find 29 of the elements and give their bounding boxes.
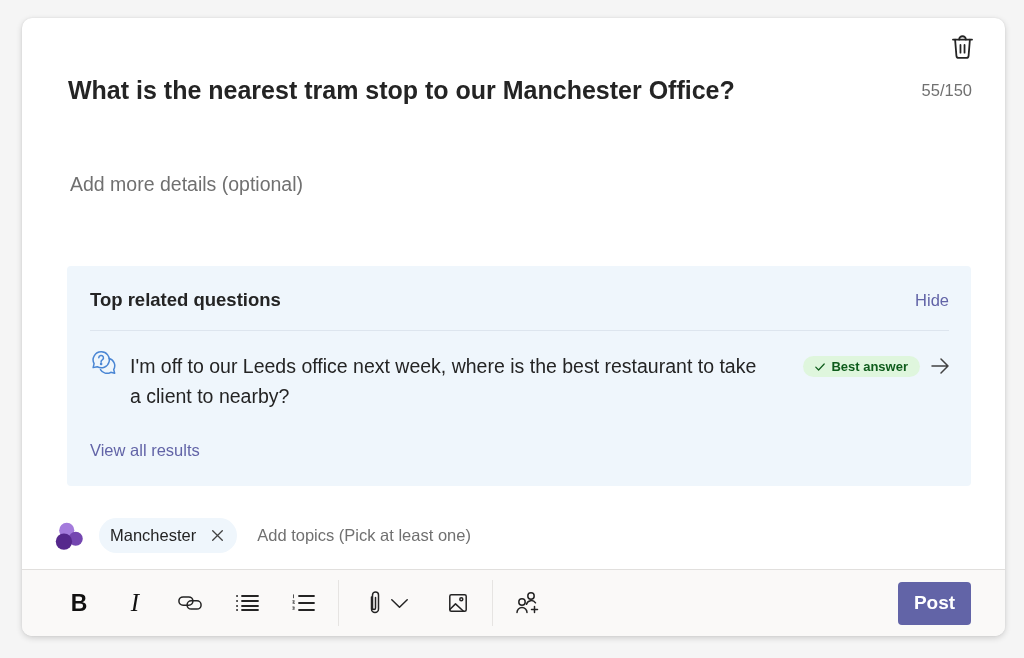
paperclip-icon: [369, 591, 381, 615]
delete-button[interactable]: [952, 35, 973, 59]
bold-button[interactable]: B: [63, 587, 95, 619]
character-count: 55/150: [921, 80, 972, 100]
remove-topic-button[interactable]: [212, 530, 224, 541]
topic-label: Manchester: [110, 526, 197, 545]
panel-heading: Top related questions: [90, 289, 281, 311]
arrow-right-icon: [931, 358, 949, 374]
people-add-icon: [516, 592, 540, 614]
open-question-button[interactable]: [931, 358, 949, 374]
close-icon: [212, 530, 224, 541]
numbered-list-icon: [291, 594, 315, 612]
bulleted-list-icon: [235, 595, 259, 611]
question-chat-icon: [92, 351, 116, 374]
hide-link[interactable]: Hide: [915, 290, 949, 310]
view-all-results-link[interactable]: View all results: [90, 439, 200, 461]
check-icon: [815, 362, 826, 371]
topics-field[interactable]: Add topics (Pick at least one): [257, 523, 558, 548]
related-question-text[interactable]: I'm off to our Leeds office next week, where is the best restaurant to take a client to nearby?: [130, 351, 762, 411]
image-icon: [449, 594, 467, 612]
post-button[interactable]: Post: [898, 581, 971, 625]
italic-button[interactable]: I: [119, 587, 151, 619]
question-title-field[interactable]: What is the nearest tram stop to our Manchester Office?: [68, 75, 922, 105]
trash-icon: [952, 35, 973, 59]
chevron-down-icon: [391, 598, 408, 608]
badge-label: Best answer: [831, 359, 908, 374]
link-icon: [178, 596, 202, 610]
circles-logo: [55, 521, 83, 550]
details-field[interactable]: Add more details (optional): [70, 169, 710, 199]
